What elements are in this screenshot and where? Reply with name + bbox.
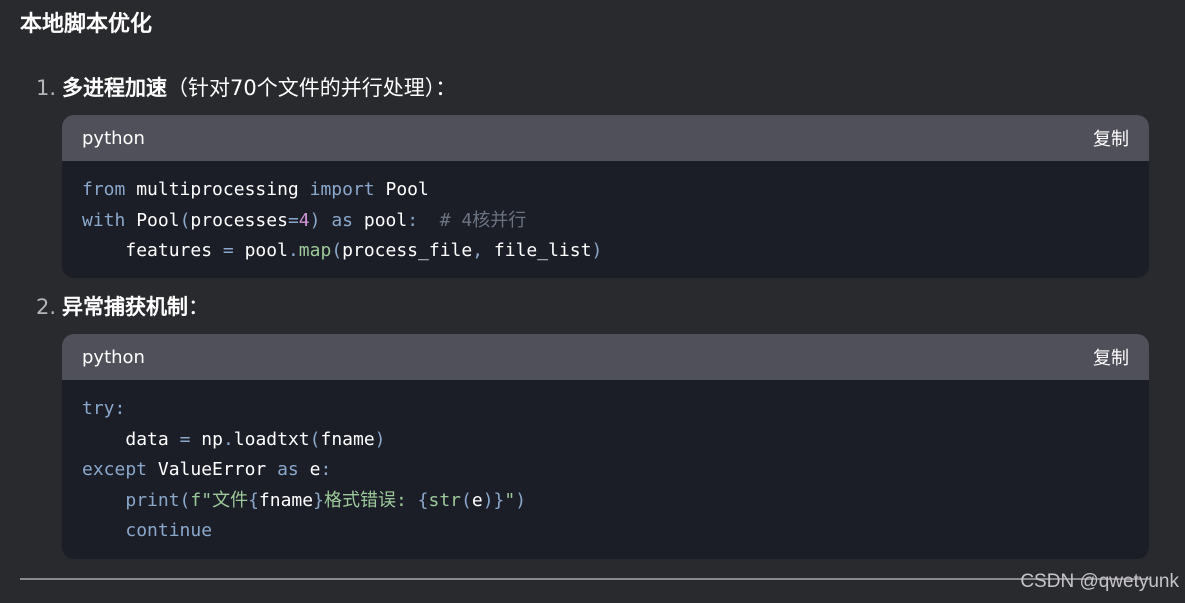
list-item-title: 多进程加速 bbox=[62, 76, 168, 100]
code-line: data = np.loadtxt(fname) bbox=[125, 428, 386, 450]
code-line: except ValueError as e: bbox=[82, 459, 332, 480]
code-body: from multiprocessing import Pool with Poo… bbox=[62, 161, 1149, 267]
code-body: try: data = np.loadtxt(fname) except Valu… bbox=[62, 380, 1149, 547]
code-header: python 复制 bbox=[62, 334, 1149, 380]
code-line: try: bbox=[82, 398, 126, 419]
code-line: print(f"文件{fname}格式错误: {str(e)}") bbox=[125, 489, 527, 511]
code-block-2: python 复制 try: data = np.loadtxt(fname) e… bbox=[62, 334, 1149, 559]
copy-button[interactable]: 复制 bbox=[1093, 344, 1129, 370]
list-item-1: 1. 多进程加速（针对70个文件的并行处理）： bbox=[36, 71, 456, 105]
list-item-title: 异常捕获机制 bbox=[62, 295, 189, 319]
section-title: 本地脚本优化 bbox=[20, 12, 153, 37]
code-block-1: python 复制 from multiprocessing import Po… bbox=[62, 115, 1149, 278]
code-line: from multiprocessing import Pool bbox=[82, 179, 429, 200]
divider bbox=[20, 578, 1150, 580]
code-language-label: python bbox=[82, 127, 145, 149]
list-number: 2. bbox=[36, 295, 57, 319]
list-item-desc: （针对70个文件的并行处理）： bbox=[167, 76, 457, 100]
code-line: with Pool(processes=4) as pool: # 4核并行 bbox=[82, 209, 527, 231]
code-line: continue bbox=[125, 520, 213, 541]
code-line: features = pool.map(process_file, file_l… bbox=[125, 240, 603, 261]
watermark: CSDN @qwetyunk bbox=[1020, 571, 1179, 592]
code-language-label: python bbox=[82, 346, 145, 368]
copy-button[interactable]: 复制 bbox=[1093, 125, 1129, 151]
list-item-2: 2. 异常捕获机制： bbox=[36, 290, 209, 324]
code-header: python 复制 bbox=[62, 115, 1149, 161]
list-item-desc: ： bbox=[188, 295, 210, 319]
list-number: 1. bbox=[36, 76, 57, 100]
